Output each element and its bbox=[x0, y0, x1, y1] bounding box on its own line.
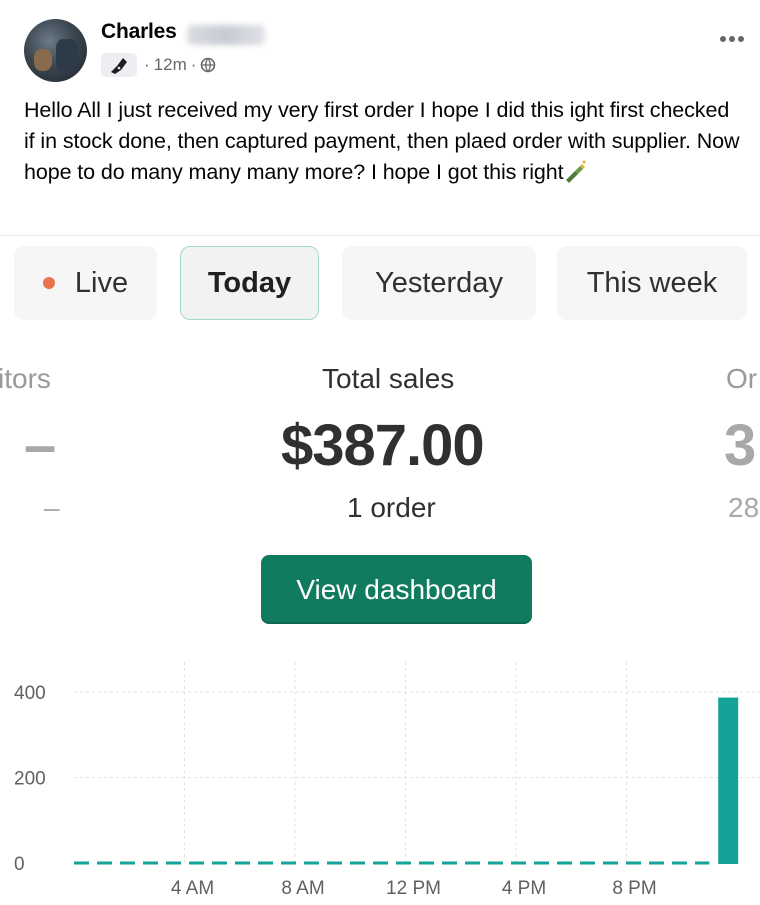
tab-yesterday[interactable]: Yesterday bbox=[342, 246, 536, 320]
tab-yesterday-label: Yesterday bbox=[375, 266, 503, 299]
x-tick-label: 8 PM bbox=[612, 878, 656, 899]
author-name[interactable]: Charles bbox=[101, 20, 177, 44]
total-sales-value: $387.00 bbox=[281, 413, 485, 478]
post-time[interactable]: 12m bbox=[154, 55, 187, 75]
orders-label: Or bbox=[726, 363, 758, 394]
orders-value: 3 bbox=[724, 413, 756, 478]
more-dots-icon[interactable] bbox=[720, 34, 746, 44]
post-body: Hello All I just received my very first … bbox=[24, 98, 740, 184]
live-dot-icon bbox=[42, 277, 55, 289]
meta-separator-2: · bbox=[190, 55, 197, 74]
sales-chart: 0 200 400 4 AM 8 AM 12 PM 4 PM 8 PM bbox=[14, 662, 760, 899]
orders-sub: 28 bbox=[728, 492, 760, 523]
visitors-sub: – bbox=[44, 492, 60, 523]
y-tick-label: 400 bbox=[14, 683, 46, 704]
tab-live[interactable]: Live bbox=[14, 246, 157, 320]
tab-this-week-label: This week bbox=[586, 266, 718, 299]
post-meta: · 12m · bbox=[144, 55, 216, 75]
post-text: Hello All I just received my very first … bbox=[24, 95, 744, 188]
post-header: Charles · 12m · Hello All I just receive… bbox=[0, 0, 760, 236]
sales-bar[interactable] bbox=[718, 697, 739, 864]
avatar[interactable] bbox=[24, 19, 87, 82]
view-dashboard-button[interactable]: View dashboard bbox=[261, 555, 532, 624]
tab-today[interactable]: Today bbox=[180, 246, 319, 320]
tab-today-label: Today bbox=[207, 266, 292, 299]
x-tick-label: 4 AM bbox=[171, 878, 214, 899]
visitors-value: – bbox=[24, 413, 56, 478]
champagne-bottle-icon bbox=[566, 160, 586, 183]
order-count: 1 order bbox=[347, 492, 436, 523]
visitors-label: itors bbox=[0, 363, 51, 394]
total-sales-label: Total sales bbox=[322, 363, 455, 394]
x-tick-label: 12 PM bbox=[386, 878, 441, 899]
y-tick-label: 200 bbox=[14, 769, 46, 790]
y-tick-label: 0 bbox=[14, 854, 25, 875]
blurred-surname bbox=[187, 25, 265, 45]
tab-this-week[interactable]: This week bbox=[557, 246, 747, 320]
globe-icon[interactable] bbox=[200, 57, 216, 73]
meta-separator: · bbox=[144, 55, 150, 74]
pen-nib-icon bbox=[101, 53, 137, 77]
x-tick-label: 4 PM bbox=[502, 878, 546, 899]
x-tick-label: 8 AM bbox=[281, 878, 324, 899]
tab-live-label: Live bbox=[74, 266, 129, 299]
